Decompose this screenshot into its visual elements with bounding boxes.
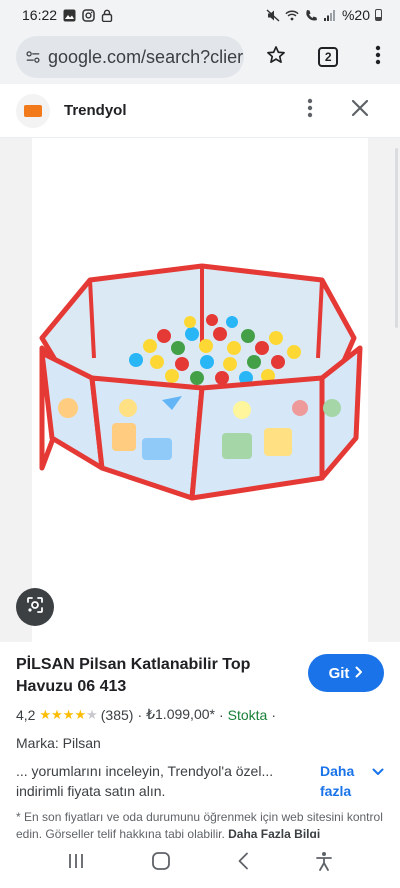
chevron-down-icon [372,761,384,781]
star-icon: ★ [62,706,75,722]
title-row: PİLSAN Pilsan Katlanabilir Top Havuzu 06… [16,654,384,698]
tab-count: 2 [318,47,339,67]
product-info-panel: PİLSAN Pilsan Katlanabilir Top Havuzu 06… [0,642,400,841]
separator-dot: · [137,706,143,723]
home-button[interactable] [151,851,171,875]
more-label: Daha fazla [320,763,355,799]
separator-dot: · [271,706,277,723]
description-text: ... yorumlarını inceleyin, Trendyol'a öz… [16,763,274,799]
system-navigation-bar [0,838,400,888]
ball-pit-illustration [39,263,363,501]
more-vert-icon [307,98,313,123]
close-button[interactable] [340,91,380,131]
more-vert-icon [375,45,381,70]
brand-text: Marka: Pilsan [16,735,101,751]
browser-menu-button[interactable] [356,35,400,79]
battery-icon [375,9,382,21]
close-icon [351,99,369,122]
more-button[interactable]: Daha fazla [320,761,384,801]
home-icon [152,851,170,870]
product-image[interactable] [32,138,368,642]
scrollbar[interactable] [395,148,398,328]
product-title[interactable]: PİLSAN Pilsan Katlanabilir Top Havuzu 06… [16,654,276,698]
visit-button-label: Git [328,664,350,682]
disclaimer-text: * En son fiyatları ve oda durumunu öğren… [16,810,383,841]
chevron-right-icon [355,665,363,682]
star-icon: ★ [74,706,87,722]
status-left: 16:22 [22,7,114,23]
star-icon: ★ [39,706,52,722]
star-outline-icon [265,44,287,71]
accessibility-icon [316,851,332,871]
call-icon [304,8,318,22]
visit-button[interactable]: Git [308,654,384,692]
recent-apps-button[interactable] [67,853,85,874]
source-header: Trendyol [0,84,400,138]
star-empty-icon: ★ [86,706,98,722]
source-name: Trendyol [64,102,127,119]
back-icon [238,852,248,869]
google-lens-button[interactable] [16,588,54,626]
separator-dot: · [218,706,224,723]
price: ₺1.099,00* [146,706,215,722]
gallery-icon [62,8,76,22]
source-menu-button[interactable] [290,91,330,131]
battery-percent: %20 [341,7,370,23]
product-meta: 4,2 ★ ★ ★ ★ ★ (385) · ₺1.099,00* · Stokt… [16,706,384,723]
trendyol-logo [16,93,50,128]
rating-value: 4,2 [16,706,36,723]
image-viewer [0,138,400,642]
wifi-icon [285,8,299,22]
browser-toolbar: google.com/search?clier 2 [0,30,400,84]
clock: 16:22 [22,7,58,23]
instagram-icon [81,8,95,22]
bookmark-button[interactable] [254,35,298,79]
mute-icon [266,8,280,22]
status-right: %20 [266,7,382,23]
lock-icon [100,8,114,22]
address-bar[interactable]: google.com/search?clier [16,36,245,78]
accessibility-button[interactable] [315,851,333,876]
recents-icon [69,853,83,868]
review-count: (385) [100,706,134,723]
back-button[interactable] [237,852,249,875]
status-bar: 16:22 %20 [0,0,400,30]
tab-switcher-button[interactable]: 2 [306,35,350,79]
star-icon: ★ [51,706,63,722]
star-rating: ★ ★ ★ ★ ★ [39,707,97,723]
description-row: ... yorumlarını inceleyin, Trendyol'a öz… [16,761,384,801]
signal-icon [323,8,337,22]
lens-icon [25,595,45,620]
url-text[interactable]: google.com/search?clier [48,47,243,68]
stock-status: Stokta [227,706,268,723]
site-settings-icon[interactable] [26,50,40,64]
